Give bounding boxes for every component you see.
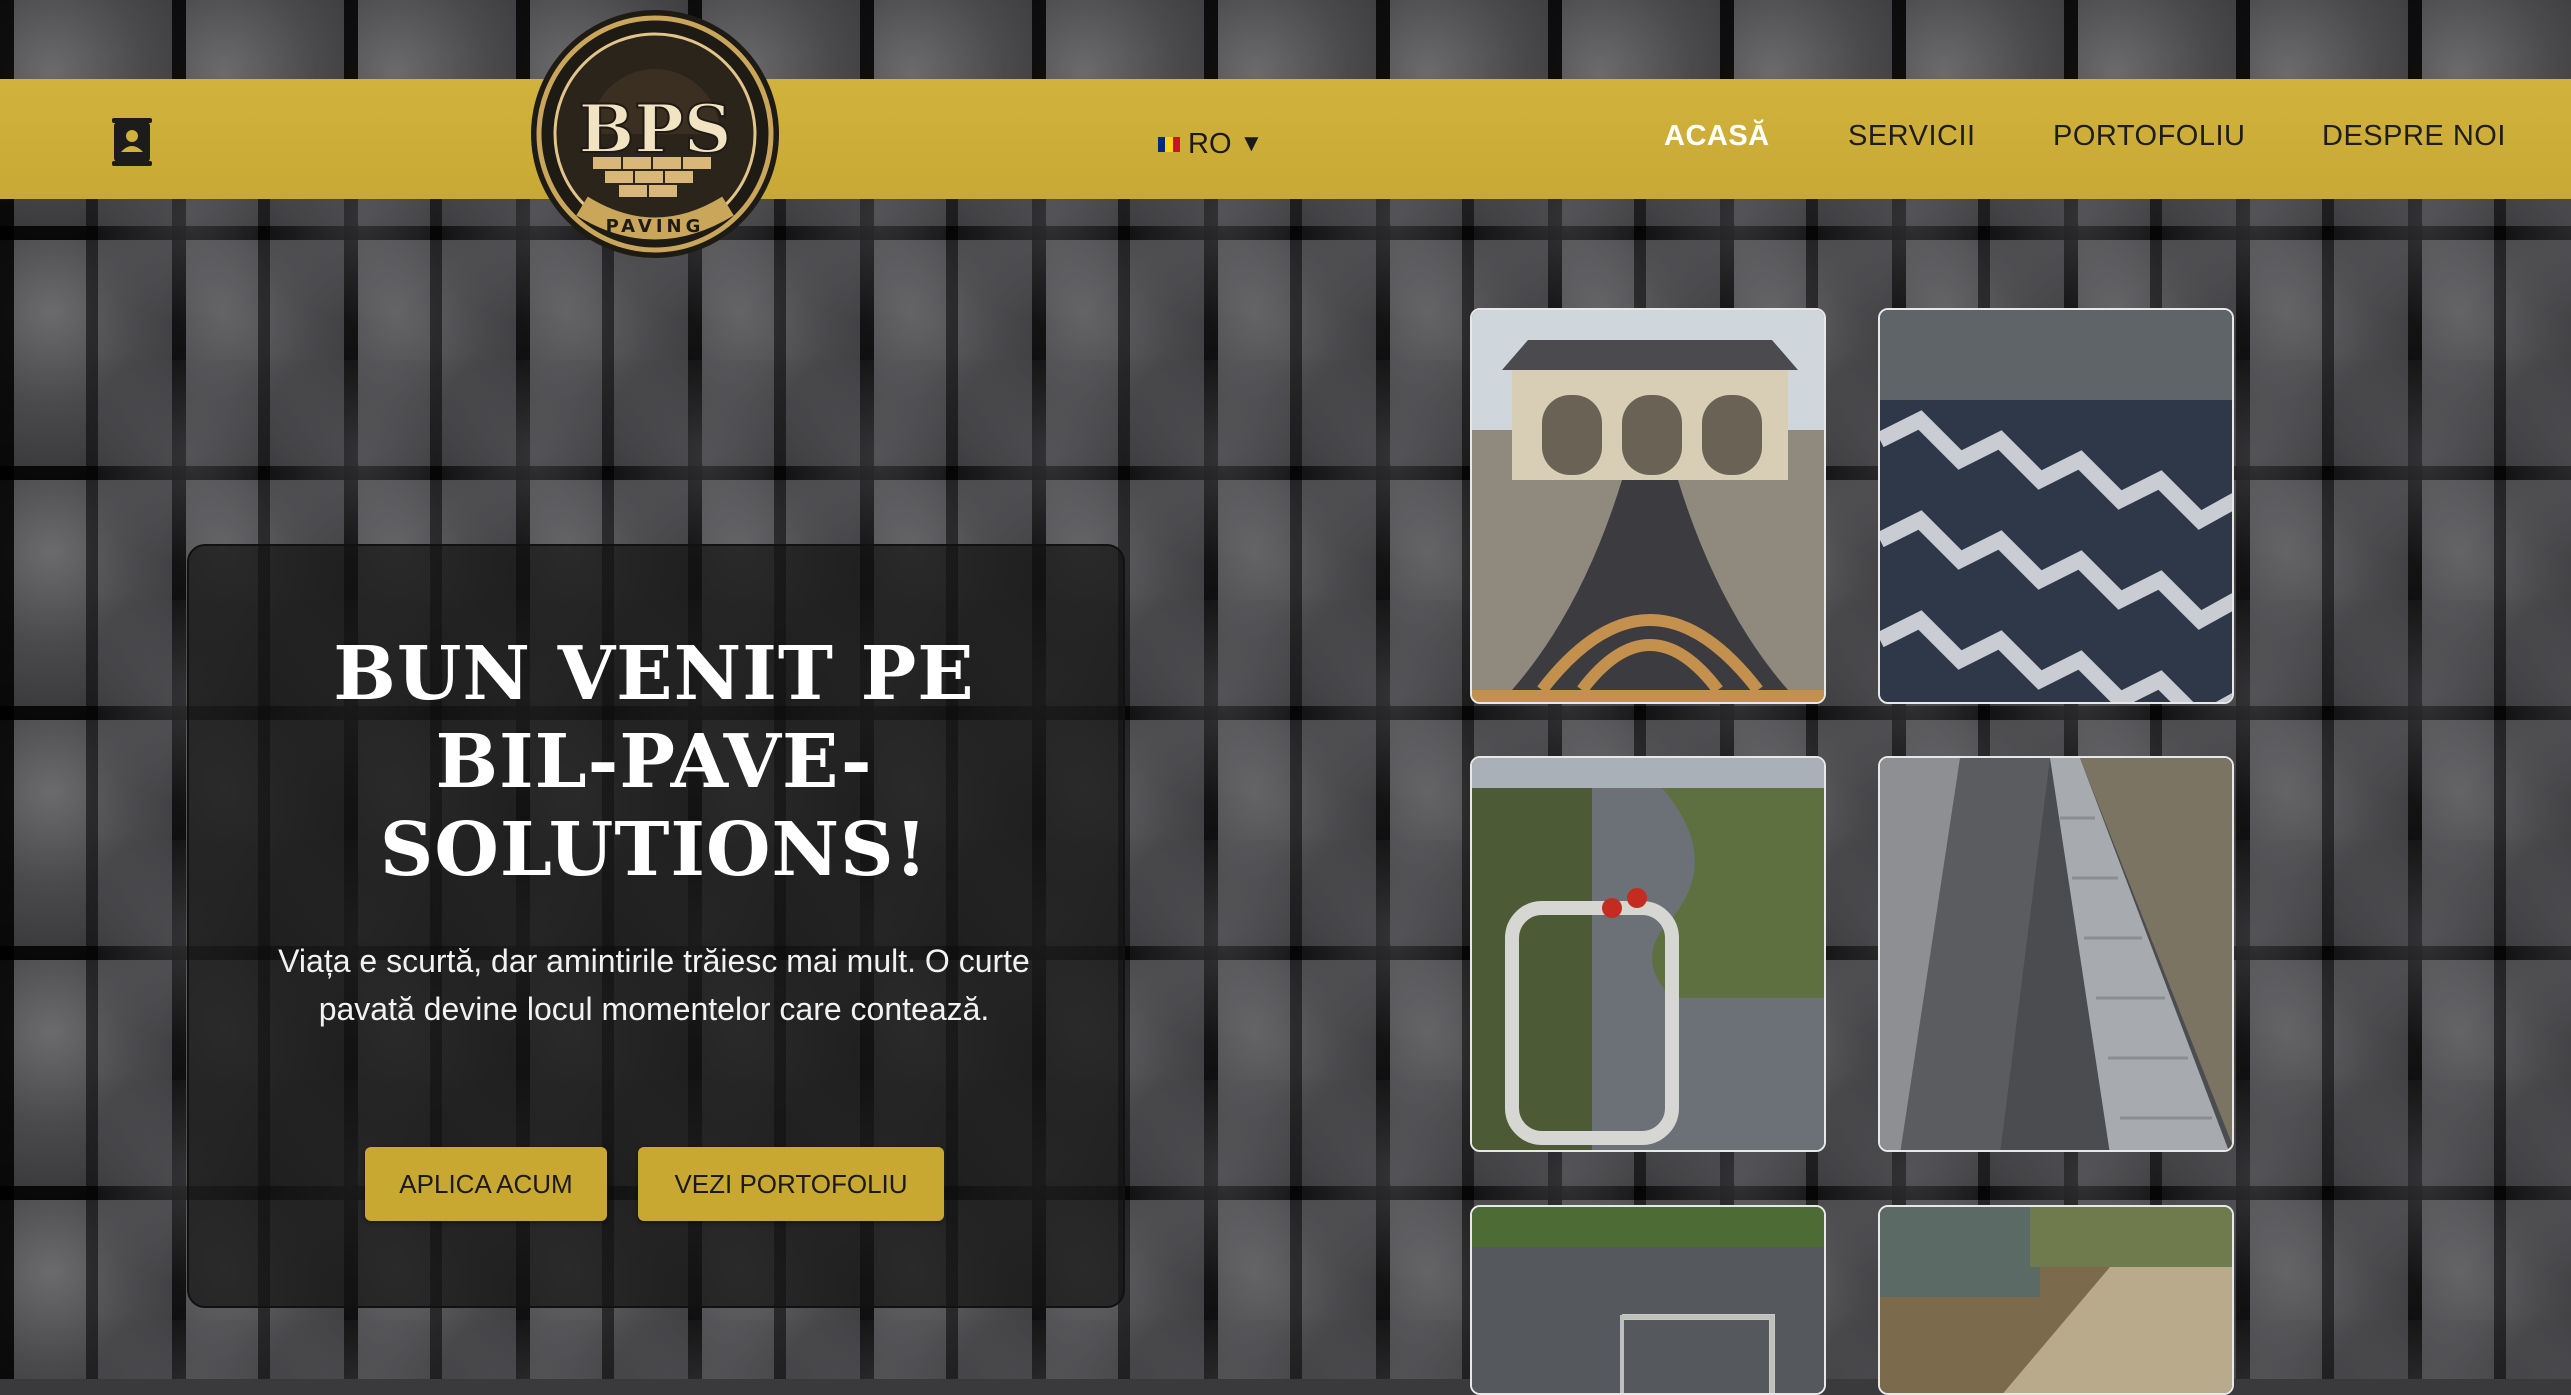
gallery-photo-house-driveway[interactable]	[1470, 308, 1826, 704]
nav-link-portofoliu[interactable]: PORTOFOLIU	[2053, 120, 2245, 153]
view-portfolio-button[interactable]: VEZI PORTOFOLIU	[638, 1147, 944, 1221]
apply-now-button[interactable]: APLICA ACUM	[365, 1147, 607, 1221]
gallery-photo-garden-path[interactable]	[1470, 756, 1826, 1152]
language-code: RO	[1188, 127, 1232, 160]
gallery-photo-walkway[interactable]	[1878, 1205, 2234, 1395]
chevron-down-icon: ▼	[1239, 130, 1264, 157]
gallery-photo-parking-area[interactable]	[1470, 1205, 1826, 1395]
hero-subtitle: Viața e scurtă, dar amintirile trăiesc m…	[278, 943, 1030, 1027]
nav-link-despre-noi[interactable]: DESPRE NOI	[2322, 120, 2506, 153]
romania-flag-icon	[1158, 136, 1180, 152]
hero-title: BUN VENIT PE BIL-PAVE-SOLUTIONS!	[333, 631, 975, 893]
gallery-photo-stone-stairs[interactable]	[1878, 756, 2234, 1152]
language-selector[interactable]: RO ▼	[1158, 124, 1263, 164]
gallery-photo-zigzag-pavers[interactable]	[1878, 308, 2234, 704]
bps-paving-logo[interactable]: BPS PAVING	[530, 6, 780, 262]
nav-link-acasa[interactable]: ACASĂ	[1664, 120, 1770, 153]
nav-link-servicii[interactable]: SERVICII	[1848, 120, 1976, 153]
svg-text:PAVING: PAVING	[606, 216, 705, 237]
contact-card-icon[interactable]	[112, 118, 152, 166]
svg-text:BPS: BPS	[578, 90, 731, 168]
